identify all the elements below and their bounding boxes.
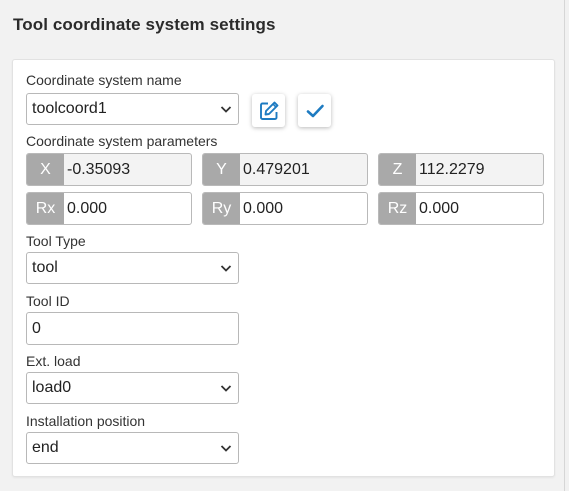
param-rx-input[interactable]: 0.000 bbox=[64, 193, 107, 224]
chevron-down-icon bbox=[220, 385, 232, 392]
param-rz-tag: Rz bbox=[379, 193, 416, 224]
chevron-down-icon bbox=[220, 265, 232, 272]
ext-load-label: Ext. load bbox=[26, 353, 81, 369]
param-rz[interactable]: Rz 0.000 bbox=[378, 192, 544, 225]
tool-type-select[interactable]: tool bbox=[26, 252, 239, 284]
install-position-value: end bbox=[32, 439, 59, 456]
param-x: X -0.35093 bbox=[26, 153, 192, 186]
tool-type-label: Tool Type bbox=[26, 233, 86, 249]
coord-params-label: Coordinate system parameters bbox=[26, 133, 218, 149]
coord-name-label: Coordinate system name bbox=[26, 72, 182, 88]
edit-button[interactable] bbox=[252, 94, 285, 127]
chevron-down-icon bbox=[220, 445, 232, 452]
param-z-value: 112.2279 bbox=[419, 161, 485, 178]
param-ry-tag: Ry bbox=[203, 193, 240, 224]
tool-id-input[interactable]: 0 bbox=[26, 312, 239, 345]
page-title: Tool coordinate system settings bbox=[13, 15, 276, 34]
param-y: Y 0.479201 bbox=[202, 153, 368, 186]
tool-type-value: tool bbox=[32, 259, 58, 276]
check-icon bbox=[306, 104, 324, 117]
param-y-value: 0.479201 bbox=[243, 161, 310, 178]
param-x-tag: X bbox=[27, 154, 64, 185]
param-rz-input[interactable]: 0.000 bbox=[416, 193, 459, 224]
confirm-button[interactable] bbox=[298, 94, 331, 127]
install-position-select[interactable]: end bbox=[26, 432, 239, 464]
param-y-tag: Y bbox=[203, 154, 240, 185]
coord-name-value: toolcoord1 bbox=[32, 100, 107, 117]
chevron-down-icon bbox=[220, 106, 232, 113]
param-x-value: -0.35093 bbox=[67, 161, 131, 178]
settings-card: Coordinate system name toolcoord1 Coordi… bbox=[12, 59, 555, 477]
param-ry[interactable]: Ry 0.000 bbox=[202, 192, 368, 225]
ext-load-value: load0 bbox=[32, 379, 72, 396]
param-z-tag: Z bbox=[379, 154, 416, 185]
install-position-label: Installation position bbox=[26, 413, 146, 429]
param-z: Z 112.2279 bbox=[378, 153, 544, 186]
ext-load-select[interactable]: load0 bbox=[26, 372, 239, 404]
coord-name-select[interactable]: toolcoord1 bbox=[26, 93, 239, 125]
param-ry-input[interactable]: 0.000 bbox=[240, 193, 283, 224]
settings-panel: Tool coordinate system settings Coordina… bbox=[0, 0, 565, 491]
edit-icon bbox=[259, 101, 278, 120]
param-rx-tag: Rx bbox=[27, 193, 64, 224]
param-rx[interactable]: Rx 0.000 bbox=[26, 192, 192, 225]
tool-id-label: Tool ID bbox=[26, 293, 70, 309]
